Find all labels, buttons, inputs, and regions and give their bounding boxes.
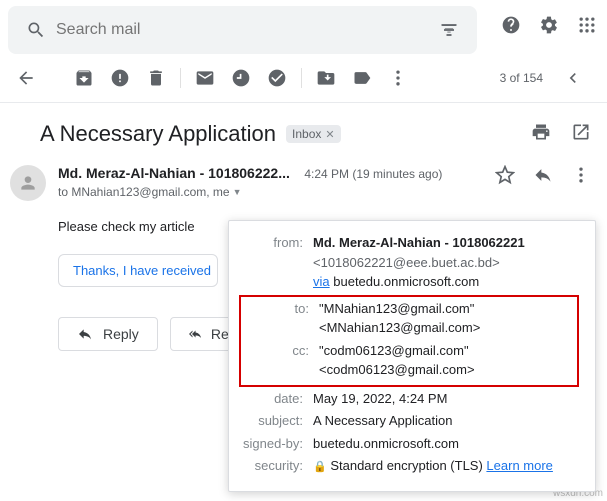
open-new-window-icon[interactable] (571, 122, 591, 147)
delete-icon[interactable] (138, 60, 174, 96)
search-options-icon[interactable] (429, 20, 469, 40)
via-link[interactable]: via (313, 274, 330, 289)
back-icon[interactable] (8, 60, 44, 96)
show-details-icon[interactable]: ▼ (233, 187, 242, 197)
recipients-text: to MNahian123@gmail.com, me (58, 185, 230, 199)
mail-toolbar: 3 of 154 (0, 54, 607, 102)
more-icon[interactable] (380, 60, 416, 96)
subject-value: A Necessary Application (313, 411, 579, 431)
subject-label: subject: (239, 411, 313, 431)
to-cc-highlight: to: "MNahian123@gmail.com" <MNahian123@g… (239, 295, 579, 387)
toolbar-divider (301, 68, 302, 88)
reply-label: Reply (103, 326, 139, 342)
smart-reply-1[interactable]: Thanks, I have received (58, 254, 218, 287)
prev-icon[interactable] (555, 60, 591, 96)
cc-value: "codm06123@gmail.com" <codm06123@gmail.c… (319, 341, 573, 380)
learn-more-link[interactable]: Learn more (486, 458, 552, 473)
apps-icon[interactable] (577, 15, 597, 40)
label-chip[interactable]: Inbox ✕ (286, 125, 341, 143)
snooze-icon[interactable] (223, 60, 259, 96)
signed-label: signed-by: (239, 434, 313, 454)
search-icon[interactable] (16, 20, 56, 40)
subject-row: A Necessary Application Inbox ✕ (0, 103, 607, 155)
sender-info: Md. Meraz-Al-Nahian - 101806222... 4:24 … (58, 165, 483, 199)
details-popup: from: Md. Meraz-Al-Nahian - 1018062221 <… (228, 220, 596, 492)
subject-text: A Necessary Application (40, 121, 276, 147)
star-icon[interactable] (495, 165, 515, 190)
move-to-icon[interactable] (308, 60, 344, 96)
reply-button[interactable]: Reply (58, 317, 158, 351)
signed-value: buetedu.onmicrosoft.com (313, 434, 579, 454)
label-remove-icon[interactable]: ✕ (325, 128, 334, 141)
date-label: date: (239, 389, 313, 409)
security-value: 🔒 Standard encryption (TLS) Learn more (313, 456, 579, 476)
reply-all-label: Re (211, 326, 229, 342)
reply-icon[interactable] (533, 165, 553, 190)
top-icons (485, 15, 607, 40)
date-value: May 19, 2022, 4:24 PM (313, 389, 579, 409)
sender-row: Md. Meraz-Al-Nahian - 101806222... 4:24 … (0, 155, 607, 201)
labels-icon[interactable] (344, 60, 380, 96)
add-task-icon[interactable] (259, 60, 295, 96)
search-bar[interactable] (8, 6, 477, 54)
cc-label: cc: (245, 341, 319, 361)
toolbar-divider (180, 68, 181, 88)
to-label: to: (245, 299, 319, 319)
short-date: 4:24 PM (19 minutes ago) (304, 167, 442, 181)
mark-unread-icon[interactable] (187, 60, 223, 96)
lock-icon: 🔒 (313, 461, 327, 473)
header-row (0, 0, 607, 54)
sender-actions (495, 165, 591, 190)
help-icon[interactable] (501, 15, 521, 40)
archive-icon[interactable] (66, 60, 102, 96)
security-label: security: (239, 456, 313, 476)
avatar[interactable] (10, 165, 46, 201)
message-more-icon[interactable] (571, 165, 591, 190)
pagination-text: 3 of 154 (500, 71, 543, 85)
from-value: Md. Meraz-Al-Nahian - 1018062221 <101806… (313, 233, 579, 292)
from-label: from: (239, 233, 313, 253)
print-icon[interactable] (531, 122, 551, 147)
recipients-line: to MNahian123@gmail.com, me ▼ (58, 185, 483, 199)
search-input[interactable] (56, 21, 429, 39)
settings-icon[interactable] (539, 15, 559, 40)
sender-name: Md. Meraz-Al-Nahian - 101806222... (58, 165, 290, 181)
to-value: "MNahian123@gmail.com" <MNahian123@gmail… (319, 299, 573, 338)
spam-icon[interactable] (102, 60, 138, 96)
label-name: Inbox (292, 127, 321, 141)
